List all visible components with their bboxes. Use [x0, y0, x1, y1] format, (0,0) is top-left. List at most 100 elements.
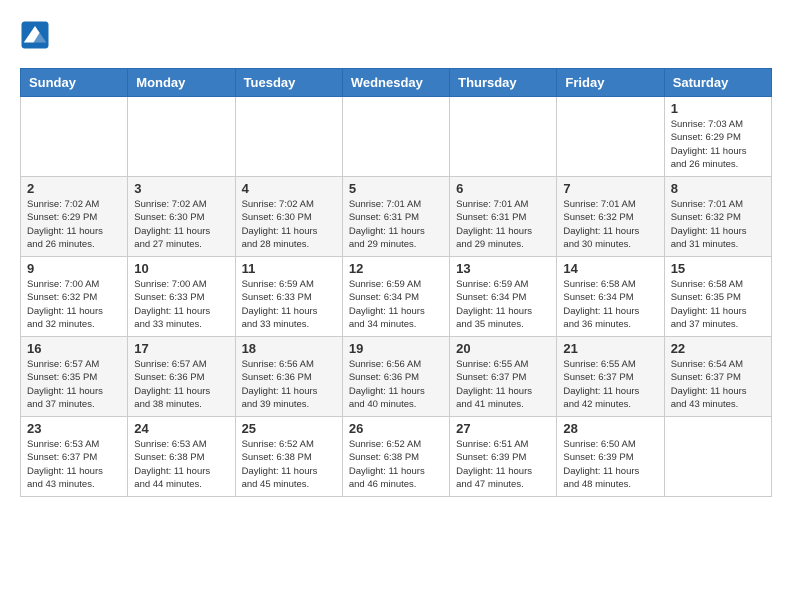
day-cell: 17 Sunrise: 6:57 AM Sunset: 6:36 PM Dayli…: [128, 337, 235, 417]
day-info: Sunrise: 6:57 AM Sunset: 6:35 PM Dayligh…: [27, 358, 121, 411]
week-row-5: 23 Sunrise: 6:53 AM Sunset: 6:37 PM Dayli…: [21, 417, 772, 497]
day-cell: 8 Sunrise: 7:01 AM Sunset: 6:32 PM Daylig…: [664, 177, 771, 257]
day-number: 11: [242, 261, 336, 276]
day-info: Sunrise: 7:03 AM Sunset: 6:29 PM Dayligh…: [671, 118, 765, 171]
column-header-wednesday: Wednesday: [342, 69, 449, 97]
day-info: Sunrise: 6:51 AM Sunset: 6:39 PM Dayligh…: [456, 438, 550, 491]
day-cell: 7 Sunrise: 7:01 AM Sunset: 6:32 PM Daylig…: [557, 177, 664, 257]
day-number: 22: [671, 341, 765, 356]
day-info: Sunrise: 7:02 AM Sunset: 6:30 PM Dayligh…: [134, 198, 228, 251]
day-cell: 16 Sunrise: 6:57 AM Sunset: 6:35 PM Dayli…: [21, 337, 128, 417]
column-header-friday: Friday: [557, 69, 664, 97]
day-info: Sunrise: 6:58 AM Sunset: 6:34 PM Dayligh…: [563, 278, 657, 331]
day-cell: 20 Sunrise: 6:55 AM Sunset: 6:37 PM Dayli…: [450, 337, 557, 417]
day-cell: [557, 97, 664, 177]
day-number: 17: [134, 341, 228, 356]
day-info: Sunrise: 6:59 AM Sunset: 6:34 PM Dayligh…: [349, 278, 443, 331]
column-header-saturday: Saturday: [664, 69, 771, 97]
day-cell: 18 Sunrise: 6:56 AM Sunset: 6:36 PM Dayli…: [235, 337, 342, 417]
day-cell: [128, 97, 235, 177]
day-number: 9: [27, 261, 121, 276]
day-info: Sunrise: 6:57 AM Sunset: 6:36 PM Dayligh…: [134, 358, 228, 411]
day-number: 6: [456, 181, 550, 196]
column-header-tuesday: Tuesday: [235, 69, 342, 97]
day-info: Sunrise: 6:53 AM Sunset: 6:38 PM Dayligh…: [134, 438, 228, 491]
day-number: 21: [563, 341, 657, 356]
day-cell: 4 Sunrise: 7:02 AM Sunset: 6:30 PM Daylig…: [235, 177, 342, 257]
day-info: Sunrise: 6:52 AM Sunset: 6:38 PM Dayligh…: [242, 438, 336, 491]
day-info: Sunrise: 7:02 AM Sunset: 6:29 PM Dayligh…: [27, 198, 121, 251]
day-number: 25: [242, 421, 336, 436]
day-info: Sunrise: 6:50 AM Sunset: 6:39 PM Dayligh…: [563, 438, 657, 491]
day-info: Sunrise: 7:00 AM Sunset: 6:33 PM Dayligh…: [134, 278, 228, 331]
day-cell: 11 Sunrise: 6:59 AM Sunset: 6:33 PM Dayli…: [235, 257, 342, 337]
week-row-4: 16 Sunrise: 6:57 AM Sunset: 6:35 PM Dayli…: [21, 337, 772, 417]
day-number: 2: [27, 181, 121, 196]
day-info: Sunrise: 7:01 AM Sunset: 6:32 PM Dayligh…: [671, 198, 765, 251]
day-cell: 12 Sunrise: 6:59 AM Sunset: 6:34 PM Dayli…: [342, 257, 449, 337]
day-info: Sunrise: 7:00 AM Sunset: 6:32 PM Dayligh…: [27, 278, 121, 331]
day-cell: 26Sunrise: 6:52 AM Sunset: 6:38 PM Dayli…: [342, 417, 449, 497]
day-cell: 15 Sunrise: 6:58 AM Sunset: 6:35 PM Dayli…: [664, 257, 771, 337]
day-number: 23: [27, 421, 121, 436]
week-row-1: 1 Sunrise: 7:03 AM Sunset: 6:29 PM Daylig…: [21, 97, 772, 177]
day-info: Sunrise: 6:55 AM Sunset: 6:37 PM Dayligh…: [563, 358, 657, 411]
day-number: 16: [27, 341, 121, 356]
day-cell: [21, 97, 128, 177]
day-cell: [342, 97, 449, 177]
day-number: 3: [134, 181, 228, 196]
day-info: Sunrise: 6:55 AM Sunset: 6:37 PM Dayligh…: [456, 358, 550, 411]
day-number: 19: [349, 341, 443, 356]
day-cell: 21 Sunrise: 6:55 AM Sunset: 6:37 PM Dayli…: [557, 337, 664, 417]
day-number: 5: [349, 181, 443, 196]
calendar-table: SundayMondayTuesdayWednesdayThursdayFrid…: [20, 68, 772, 497]
day-cell: 1 Sunrise: 7:03 AM Sunset: 6:29 PM Daylig…: [664, 97, 771, 177]
day-info: Sunrise: 6:58 AM Sunset: 6:35 PM Dayligh…: [671, 278, 765, 331]
day-number: 14: [563, 261, 657, 276]
day-cell: 2 Sunrise: 7:02 AM Sunset: 6:29 PM Daylig…: [21, 177, 128, 257]
day-cell: 13 Sunrise: 6:59 AM Sunset: 6:34 PM Dayli…: [450, 257, 557, 337]
calendar-body: 1 Sunrise: 7:03 AM Sunset: 6:29 PM Daylig…: [21, 97, 772, 497]
day-cell: 23 Sunrise: 6:53 AM Sunset: 6:37 PM Dayli…: [21, 417, 128, 497]
day-number: 28: [563, 421, 657, 436]
day-number: 18: [242, 341, 336, 356]
day-cell: [235, 97, 342, 177]
week-row-3: 9 Sunrise: 7:00 AM Sunset: 6:32 PM Daylig…: [21, 257, 772, 337]
day-cell: 9 Sunrise: 7:00 AM Sunset: 6:32 PM Daylig…: [21, 257, 128, 337]
day-info: Sunrise: 7:02 AM Sunset: 6:30 PM Dayligh…: [242, 198, 336, 251]
day-number: 8: [671, 181, 765, 196]
day-cell: 10 Sunrise: 7:00 AM Sunset: 6:33 PM Dayli…: [128, 257, 235, 337]
week-row-2: 2 Sunrise: 7:02 AM Sunset: 6:29 PM Daylig…: [21, 177, 772, 257]
calendar-header-row: SundayMondayTuesdayWednesdayThursdayFrid…: [21, 69, 772, 97]
day-info: Sunrise: 6:52 AM Sunset: 6:38 PM Dayligh…: [349, 438, 443, 491]
day-cell: 24 Sunrise: 6:53 AM Sunset: 6:38 PM Dayli…: [128, 417, 235, 497]
day-info: Sunrise: 6:53 AM Sunset: 6:37 PM Dayligh…: [27, 438, 121, 491]
day-info: Sunrise: 7:01 AM Sunset: 6:31 PM Dayligh…: [456, 198, 550, 251]
day-number: 20: [456, 341, 550, 356]
day-info: Sunrise: 7:01 AM Sunset: 6:32 PM Dayligh…: [563, 198, 657, 251]
day-cell: [450, 97, 557, 177]
day-cell: 6 Sunrise: 7:01 AM Sunset: 6:31 PM Daylig…: [450, 177, 557, 257]
day-number: 12: [349, 261, 443, 276]
day-info: Sunrise: 6:56 AM Sunset: 6:36 PM Dayligh…: [349, 358, 443, 411]
day-cell: 28 Sunrise: 6:50 AM Sunset: 6:39 PM Dayli…: [557, 417, 664, 497]
day-number: 24: [134, 421, 228, 436]
day-number: 1: [671, 101, 765, 116]
logo-icon: [20, 20, 50, 50]
day-info: Sunrise: 6:56 AM Sunset: 6:36 PM Dayligh…: [242, 358, 336, 411]
day-cell: 19 Sunrise: 6:56 AM Sunset: 6:36 PM Dayli…: [342, 337, 449, 417]
day-info: Sunrise: 6:54 AM Sunset: 6:37 PM Dayligh…: [671, 358, 765, 411]
day-number: 13: [456, 261, 550, 276]
day-cell: 22 Sunrise: 6:54 AM Sunset: 6:37 PM Dayli…: [664, 337, 771, 417]
day-info: Sunrise: 6:59 AM Sunset: 6:33 PM Dayligh…: [242, 278, 336, 331]
day-cell: 3 Sunrise: 7:02 AM Sunset: 6:30 PM Daylig…: [128, 177, 235, 257]
day-cell: 5Sunrise: 7:01 AM Sunset: 6:31 PM Daylig…: [342, 177, 449, 257]
day-number: 10: [134, 261, 228, 276]
day-number: 15: [671, 261, 765, 276]
day-number: 4: [242, 181, 336, 196]
day-number: 27: [456, 421, 550, 436]
column-header-sunday: Sunday: [21, 69, 128, 97]
logo: [20, 20, 54, 50]
day-info: Sunrise: 6:59 AM Sunset: 6:34 PM Dayligh…: [456, 278, 550, 331]
day-number: 7: [563, 181, 657, 196]
